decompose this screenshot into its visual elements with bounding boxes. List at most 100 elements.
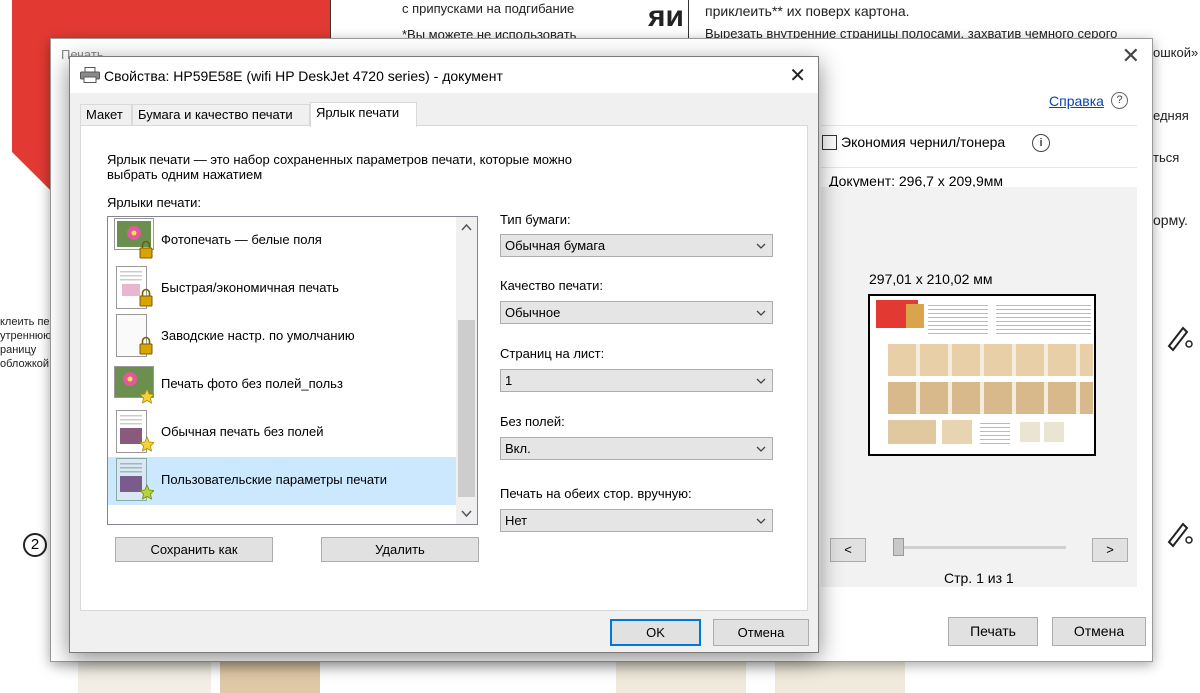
- chevron-down-icon: [756, 518, 766, 524]
- preview-block: [1044, 422, 1064, 442]
- dialog-titlebar: Свойства: HP59E58E (wifi HP DeskJet 4720…: [70, 57, 818, 93]
- page-slider-thumb[interactable]: [893, 538, 904, 556]
- cancel-button[interactable]: Отмена: [1052, 617, 1146, 646]
- help-icon[interactable]: ?: [1111, 92, 1128, 109]
- preview-image: [888, 420, 936, 444]
- shortcuts-list-label: Ярлыки печати:: [107, 195, 202, 210]
- document-thumbnail-icon: [116, 266, 153, 309]
- document-thumbnail-icon: [116, 410, 154, 453]
- document-block: [616, 662, 746, 693]
- shortcut-label: Быстрая/экономичная печать: [161, 280, 339, 295]
- pages-per-sheet-label: Страниц на лист:: [500, 346, 605, 361]
- preview-block: [1020, 422, 1040, 442]
- photo-thumbnail-icon: [114, 366, 154, 404]
- chevron-down-icon: [756, 378, 766, 384]
- info-icon[interactable]: i: [1032, 134, 1050, 152]
- shortcut-item[interactable]: Печать фото без полей_польз: [108, 361, 456, 409]
- preview-page: [868, 294, 1096, 456]
- background-text: приклеить** их поверх картона.: [705, 3, 910, 19]
- preview-image: [942, 420, 972, 444]
- page-slider-track[interactable]: [894, 546, 1066, 549]
- shortcuts-description: Ярлык печати — это набор сохраненных пар…: [107, 152, 572, 182]
- paper-type-select[interactable]: Обычная бумага: [500, 234, 773, 257]
- document-image: [220, 660, 320, 693]
- divider: [688, 0, 689, 40]
- background-text: с припусками на подгибание: [402, 1, 575, 16]
- shortcut-item[interactable]: Фотопечать — белые поля: [108, 217, 456, 265]
- tab-print-shortcuts[interactable]: Ярлык печати: [310, 102, 417, 127]
- shortcut-item[interactable]: Быстрая/экономичная печать: [108, 265, 456, 313]
- preview-strip: [888, 382, 1093, 414]
- shortcuts-scrollbar[interactable]: [456, 217, 477, 524]
- printer-icon: [80, 67, 100, 83]
- photo-thumbnail-icon: [114, 218, 154, 259]
- document-thumbnail-icon: [116, 458, 154, 501]
- print-preview-area: 297,01 x 210,02 мм: [821, 187, 1137, 587]
- background-text: утреннюю: [0, 330, 52, 342]
- document-block: [775, 662, 905, 693]
- print-quality-value: Обычное: [505, 305, 561, 320]
- chevron-down-icon: [756, 243, 766, 249]
- divider: [821, 125, 1137, 126]
- prev-page-button[interactable]: <: [830, 538, 866, 562]
- pages-per-sheet-select[interactable]: 1: [500, 369, 773, 392]
- borderless-value: Вкл.: [505, 441, 531, 456]
- help-link[interactable]: Справка: [1049, 93, 1104, 109]
- scroll-up-icon[interactable]: [456, 219, 477, 236]
- print-button[interactable]: Печать: [948, 617, 1038, 646]
- paper-type-value: Обычная бумага: [505, 238, 606, 253]
- background-text: обложкой: [0, 358, 50, 370]
- print-shortcuts-panel: Ярлык печати — это набор сохраненных пар…: [80, 125, 808, 611]
- shortcut-item-selected[interactable]: Пользовательские параметры печати: [108, 457, 456, 505]
- background-text: едняя: [1153, 108, 1189, 123]
- chevron-down-icon: [756, 310, 766, 316]
- tab-layout[interactable]: Макет: [80, 104, 132, 126]
- print-quality-label: Качество печати:: [500, 278, 603, 293]
- shortcut-label: Пользовательские параметры печати: [161, 472, 388, 487]
- shortcut-item[interactable]: Обычная печать без полей: [108, 409, 456, 457]
- preview-strip: [888, 344, 1093, 376]
- preview-image: [906, 304, 924, 328]
- scrollbar-thumb[interactable]: [458, 320, 475, 497]
- shortcut-label: Фотопечать — белые поля: [161, 232, 322, 247]
- printer-properties-dialog: Свойства: HP59E58E (wifi HP DeskJet 4720…: [69, 56, 819, 653]
- eco-mode-label[interactable]: Экономия чернил/тонера: [841, 134, 1005, 150]
- pages-per-sheet-value: 1: [505, 373, 513, 388]
- pen-icon: [1167, 326, 1193, 352]
- shortcut-label: Печать фото без полей_польз: [161, 376, 343, 391]
- scroll-down-icon[interactable]: [456, 505, 477, 522]
- preview-text: [996, 302, 1091, 334]
- tab-paper-quality[interactable]: Бумага и качество печати: [132, 104, 310, 126]
- shortcuts-list[interactable]: Фотопечать — белые поля Быстрая/экономич…: [107, 216, 478, 525]
- paper-size: 297,01 x 210,02 мм: [869, 271, 993, 287]
- blank-page-thumbnail-icon: [116, 314, 153, 357]
- eco-mode-checkbox[interactable]: [822, 135, 837, 150]
- next-page-button[interactable]: >: [1092, 538, 1128, 562]
- divider: [821, 167, 1137, 168]
- page-indicator: Стр. 1 из 1: [944, 570, 1014, 586]
- borderless-label: Без полей:: [500, 414, 565, 429]
- document-page-thumbnail: [78, 660, 211, 693]
- pen-icon: [1167, 522, 1193, 548]
- step-number: 2: [23, 533, 47, 557]
- preview-text: [928, 302, 988, 334]
- delete-button[interactable]: Удалить: [321, 537, 479, 562]
- print-quality-select[interactable]: Обычное: [500, 301, 773, 324]
- dialog-title: Свойства: HP59E58E (wifi HP DeskJet 4720…: [104, 68, 503, 84]
- save-as-button[interactable]: Сохранить как: [115, 537, 273, 562]
- shortcut-item[interactable]: Заводские настр. по умолчанию: [108, 313, 456, 361]
- cancel-button[interactable]: Отмена: [713, 619, 809, 646]
- borderless-select[interactable]: Вкл.: [500, 437, 773, 460]
- duplex-select[interactable]: Нет: [500, 509, 773, 532]
- ok-button[interactable]: OK: [610, 619, 701, 646]
- shortcut-label: Обычная печать без полей: [161, 424, 324, 439]
- print-dialog-close-button[interactable]: ✕: [1122, 43, 1140, 69]
- duplex-label: Печать на обеих стор. вручную:: [500, 486, 692, 501]
- preview-text: [980, 420, 1010, 444]
- background-text: ошкой»: [1153, 45, 1199, 60]
- shortcut-label: Заводские настр. по умолчанию: [161, 328, 355, 343]
- background-text: клеить пер: [0, 316, 56, 328]
- dialog-close-button[interactable]: ✕: [789, 63, 806, 88]
- paper-type-label: Тип бумаги:: [500, 212, 571, 227]
- background-text: орму.: [1153, 212, 1188, 228]
